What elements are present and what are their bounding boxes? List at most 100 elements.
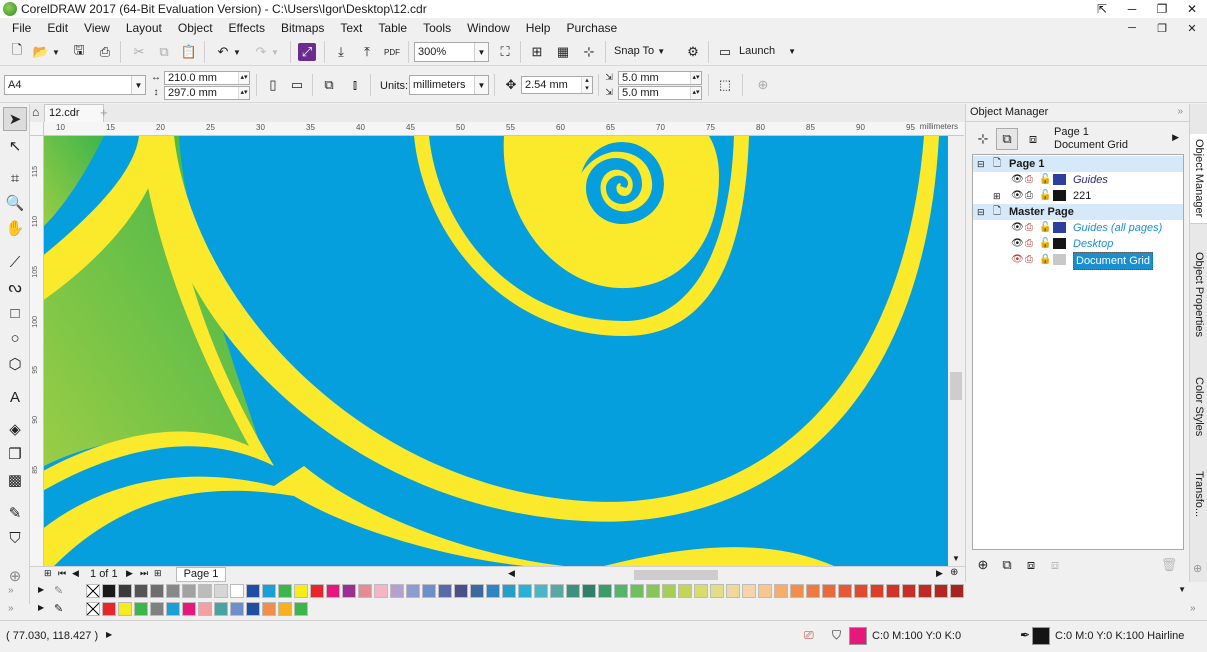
- layer-manager-view-icon[interactable]: ⧈: [1022, 128, 1044, 150]
- palette-scroll-icon[interactable]: ▶: [38, 585, 44, 594]
- color-swatch[interactable]: [166, 584, 180, 598]
- tab-object-manager[interactable]: Object Manager: [1190, 134, 1207, 224]
- new-layer-icon[interactable]: ⊕: [972, 554, 994, 576]
- color-swatch[interactable]: [646, 584, 660, 598]
- rectangle-tool-icon[interactable]: □: [3, 301, 27, 325]
- open-dropdown-icon[interactable]: ▼: [50, 41, 62, 63]
- close-button[interactable]: ✕: [1177, 0, 1207, 18]
- pick-tool-icon[interactable]: ➤: [3, 107, 27, 131]
- fill-color-swatch[interactable]: [849, 627, 867, 645]
- all-pages-icon[interactable]: ⧉: [318, 74, 340, 96]
- transparency-tool-icon[interactable]: ▩: [3, 468, 27, 492]
- docker-menu-arrow-icon[interactable]: ▶: [1172, 132, 1179, 143]
- fill-bucket-tool-icon[interactable]: ⛉: [3, 526, 27, 550]
- layer-properties-icon[interactable]: ⊹: [972, 128, 994, 150]
- tab-transformations[interactable]: Transfo...: [1190, 464, 1207, 524]
- color-swatch[interactable]: [806, 584, 820, 598]
- open-folder-icon[interactable]: 📂: [30, 41, 52, 63]
- print-toggle-icon[interactable]: ⎙: [1025, 220, 1033, 236]
- color-swatch[interactable]: [758, 584, 772, 598]
- lock-icon[interactable]: 🔓: [1039, 220, 1051, 236]
- pan-tool-icon[interactable]: ✋: [3, 216, 27, 240]
- no-color-swatch[interactable]: [86, 602, 100, 616]
- color-proof-icon[interactable]: ⎚: [804, 628, 814, 643]
- duplicate-distance-x-field[interactable]: 5.0 mm ▴▾: [618, 71, 702, 85]
- units-combo[interactable]: millimeters ▼: [409, 75, 489, 95]
- color-swatch[interactable]: [614, 584, 628, 598]
- chevron-down-icon[interactable]: ▼: [474, 76, 488, 94]
- eyedropper-icon[interactable]: ✎: [54, 584, 63, 597]
- palette-scroll-icon[interactable]: ▶: [38, 603, 44, 612]
- color-swatch[interactable]: [278, 602, 292, 616]
- color-swatch[interactable]: [182, 602, 196, 616]
- print-toggle-icon[interactable]: ⎙: [1025, 188, 1033, 204]
- status-arrow-icon[interactable]: ▶: [106, 630, 112, 639]
- color-swatch[interactable]: [214, 584, 228, 598]
- spin-arrows-icon[interactable]: ▴▾: [690, 72, 701, 84]
- color-swatch[interactable]: [438, 584, 452, 598]
- palette-left-chevron-icon[interactable]: »: [8, 585, 14, 596]
- layer-color-swatch[interactable]: [1053, 190, 1066, 201]
- add-toolbar-item-icon[interactable]: ⊕: [752, 74, 774, 96]
- tree-row-guides[interactable]: 👁 ⎙ 🔓 Guides: [973, 172, 1183, 188]
- color-swatch[interactable]: [326, 584, 340, 598]
- new-master-layer-odd-icon[interactable]: ⧈: [1044, 554, 1066, 576]
- zoom-tool-icon[interactable]: 🔍: [3, 191, 27, 215]
- color-swatch[interactable]: [182, 584, 196, 598]
- drawing-canvas[interactable]: [44, 136, 948, 566]
- color-swatch[interactable]: [342, 584, 356, 598]
- lock-icon[interactable]: 🔓: [1039, 188, 1051, 204]
- maximize-button[interactable]: ❐: [1147, 0, 1177, 18]
- color-swatch[interactable]: [550, 584, 564, 598]
- paste-icon[interactable]: 📋: [178, 41, 200, 63]
- tree-row-page-1[interactable]: ⊟ 🗋 Page 1: [973, 156, 1183, 172]
- menu-help[interactable]: Help: [518, 18, 559, 38]
- palette-right-chevron-icon[interactable]: »: [1190, 603, 1196, 614]
- doc-restore-button[interactable]: ❐: [1147, 22, 1177, 35]
- current-page-icon[interactable]: ⫾: [344, 74, 366, 96]
- export-icon[interactable]: ⤒: [356, 41, 378, 63]
- color-swatch[interactable]: [102, 584, 116, 598]
- color-swatch[interactable]: [198, 584, 212, 598]
- color-swatch[interactable]: [534, 584, 548, 598]
- menu-text[interactable]: Text: [332, 18, 370, 38]
- layer-color-swatch[interactable]: [1053, 254, 1066, 265]
- page-height-field[interactable]: 297.0 mm ▴▾: [164, 86, 250, 100]
- text-tool-icon[interactable]: A: [3, 385, 27, 409]
- print-toggle-icon[interactable]: ⎙: [1025, 172, 1033, 188]
- color-swatch[interactable]: [166, 602, 180, 616]
- eye-icon[interactable]: 👁: [1011, 172, 1024, 188]
- portrait-icon[interactable]: ▯: [262, 74, 284, 96]
- spin-arrows-icon[interactable]: ▴▾: [690, 87, 701, 99]
- add-page-after-icon[interactable]: ⊞: [154, 568, 162, 579]
- zoom-level-combo[interactable]: 300% ▼: [414, 42, 489, 62]
- redo-dropdown-icon[interactable]: ▼: [269, 41, 281, 63]
- scroll-right-icon[interactable]: ▶: [936, 568, 943, 579]
- undo-dropdown-icon[interactable]: ▼: [231, 41, 243, 63]
- edit-across-layers-icon[interactable]: ⧉: [996, 128, 1018, 150]
- color-swatch[interactable]: [246, 602, 260, 616]
- print-icon[interactable]: ⎙: [94, 41, 116, 63]
- collapse-icon[interactable]: ⊟: [977, 204, 985, 220]
- menu-table[interactable]: Table: [370, 18, 415, 38]
- menu-purchase[interactable]: Purchase: [558, 18, 625, 38]
- copy-icon[interactable]: ⧉: [153, 41, 175, 63]
- home-icon[interactable]: ⌂: [32, 105, 39, 119]
- scrollbar-thumb[interactable]: [950, 372, 962, 400]
- color-swatch[interactable]: [742, 584, 756, 598]
- scroll-down-icon[interactable]: ▼: [952, 554, 960, 563]
- color-swatch[interactable]: [262, 602, 276, 616]
- color-swatch[interactable]: [150, 602, 164, 616]
- freehand-tool-icon[interactable]: ⟋: [3, 250, 27, 274]
- color-swatch[interactable]: [678, 584, 692, 598]
- color-swatch[interactable]: [118, 584, 132, 598]
- import-icon[interactable]: ⤓: [330, 41, 352, 63]
- menu-effects[interactable]: Effects: [221, 18, 273, 38]
- color-swatch[interactable]: [374, 584, 388, 598]
- color-swatch[interactable]: [822, 584, 836, 598]
- lock-icon[interactable]: 🔒: [1039, 252, 1051, 268]
- color-swatch[interactable]: [726, 584, 740, 598]
- prev-page-icon[interactable]: ◀: [72, 568, 79, 579]
- color-swatch[interactable]: [118, 602, 132, 616]
- polygon-tool-icon[interactable]: ⬡: [3, 352, 27, 376]
